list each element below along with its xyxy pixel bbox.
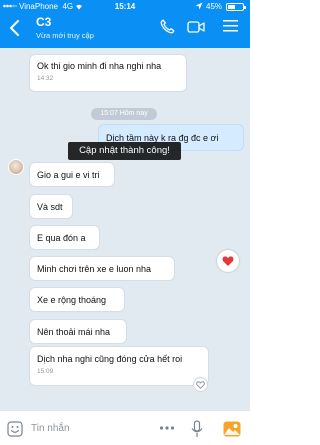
mic-icon[interactable]	[191, 420, 203, 438]
message-text: Minh chơi trên xe e luon nha	[37, 264, 151, 274]
message-bubble[interactable]: Và sdt	[29, 194, 73, 219]
like-heart-icon	[196, 381, 205, 389]
avatar[interactable]	[8, 159, 24, 175]
message-input[interactable]: Tin nhắn	[31, 423, 70, 434]
message-text: Ok thi gio minh đi nha nghi nha	[37, 61, 162, 71]
header: VinaPhone 4G 15:14 45% C3 Vừa mới truy c…	[0, 0, 250, 48]
contact-name[interactable]: C3	[36, 15, 51, 29]
location-icon	[195, 2, 203, 10]
battery-icon	[226, 3, 246, 11]
message-text: Dịch nha nghi cũng đóng cửa hết roi	[37, 354, 183, 364]
message-text: Và sdt	[37, 202, 63, 212]
menu-icon[interactable]	[222, 19, 239, 33]
message-text: Nên thoải mái nha	[37, 327, 111, 337]
back-arrow-icon[interactable]	[7, 19, 23, 37]
toast-notification: Cập nhật thành công!	[68, 142, 181, 160]
message-bubble[interactable]: Gio a gui e vi tri	[29, 162, 115, 187]
message-bubble[interactable]: Minh chơi trên xe e luon nha	[29, 256, 175, 281]
message-bubble[interactable]: Ok thi gio minh đi nha nghi nha 14:32	[29, 54, 187, 92]
battery-percent: 45%	[206, 2, 223, 11]
sticker-icon[interactable]	[7, 421, 23, 437]
phone-icon[interactable]	[160, 19, 175, 34]
heart-icon	[222, 256, 234, 266]
time-separator: 15:07 Hôm nay	[91, 108, 157, 120]
message-time: 15:09	[37, 368, 54, 375]
more-icon[interactable]	[159, 425, 175, 431]
status-bar: VinaPhone 4G 15:14 45%	[0, 0, 250, 14]
message-text: E qua đón a	[37, 233, 86, 243]
image-icon[interactable]	[223, 421, 241, 437]
message-bubble[interactable]: Nên thoải mái nha	[29, 319, 127, 344]
reaction-button[interactable]	[217, 250, 239, 272]
video-icon[interactable]	[187, 21, 205, 33]
message-text: Gio a gui e vi tri	[37, 170, 100, 180]
message-bubble[interactable]: E qua đón a	[29, 225, 100, 250]
message-input-bar: Tin nhắn	[0, 410, 250, 445]
message-text: Xe e rộng thoáng	[37, 295, 107, 305]
like-button[interactable]	[193, 377, 208, 392]
message-bubble[interactable]: Xe e rộng thoáng	[29, 287, 125, 312]
message-bubble[interactable]: Dịch nha nghi cũng đóng cửa hết roi 15:0…	[29, 346, 209, 386]
message-time: 14:32	[37, 75, 54, 82]
chat-area[interactable]: Ok thi gio minh đi nha nghi nha 14:32 15…	[0, 48, 250, 410]
presence-status: Vừa mới truy cập	[36, 31, 94, 40]
